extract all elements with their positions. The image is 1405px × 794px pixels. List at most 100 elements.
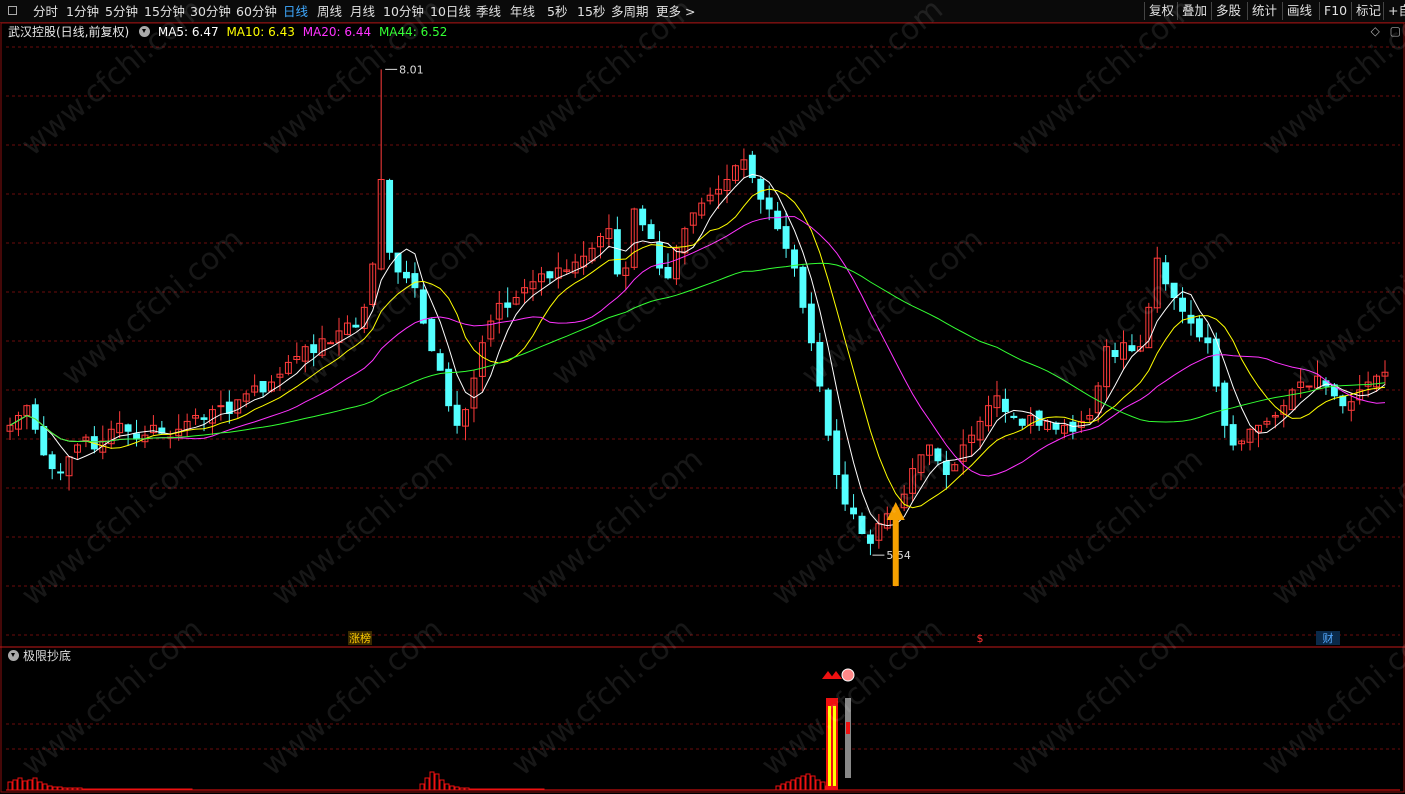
candle-body: [327, 342, 335, 345]
multi-stock-button[interactable]: 多股: [1211, 2, 1241, 20]
tab-monthly[interactable]: 月线: [350, 3, 375, 20]
candle-body: [942, 460, 950, 475]
restore-rights-button[interactable]: 复权: [1144, 2, 1174, 20]
candle-body: [613, 229, 621, 275]
tab-10day[interactable]: 10日线: [430, 3, 471, 20]
indicator-bar: [32, 777, 38, 791]
tab-5sec[interactable]: 5秒: [547, 3, 567, 20]
candle-body: [1229, 424, 1237, 446]
event-tag: 财: [1323, 631, 1334, 645]
indicator-bar: [429, 771, 435, 791]
signal-rocket: [845, 698, 851, 778]
tab-daily[interactable]: 日线: [283, 3, 308, 20]
candle-body: [841, 474, 849, 505]
candle-body: [1305, 385, 1313, 388]
candle-body: [639, 208, 647, 226]
ma20-line: [9, 216, 1386, 477]
event-tag: 涨榜: [349, 631, 371, 645]
tab-60min[interactable]: 60分钟: [236, 3, 277, 20]
tab-1min[interactable]: 1分钟: [66, 3, 99, 20]
mark-button[interactable]: 标记: [1351, 2, 1381, 20]
tab-quarterly[interactable]: 季线: [476, 3, 501, 20]
candle-body: [259, 381, 267, 393]
candle-body: [866, 534, 874, 544]
indicator-bar: [419, 783, 425, 791]
tab-5min[interactable]: 5分钟: [105, 3, 138, 20]
candle-body: [40, 426, 48, 456]
candle-body: [31, 404, 39, 430]
tab-15min[interactable]: 15分钟: [144, 3, 185, 20]
candle-body: [858, 515, 866, 534]
ma5-line: [9, 173, 1386, 527]
candle-body: [419, 289, 427, 324]
custom-button[interactable]: +自: [1383, 2, 1405, 20]
candle-body: [1111, 350, 1119, 358]
tab-30min[interactable]: 30分钟: [190, 3, 231, 20]
indicator-bar: [424, 777, 430, 791]
indicator-bar: [820, 781, 826, 791]
candle-body: [824, 389, 832, 436]
candle-body: [1187, 314, 1195, 324]
candle-body: [310, 344, 318, 354]
tab-10min[interactable]: 10分钟: [383, 3, 424, 20]
indicator-bar: [790, 779, 796, 791]
draw-line-button[interactable]: 画线: [1282, 2, 1312, 20]
indicator-bar: [805, 773, 811, 791]
candle-body: [411, 273, 419, 289]
candle-body: [1221, 382, 1229, 426]
indicator-bar: [444, 783, 450, 791]
candle-body: [765, 197, 773, 210]
candle-body: [833, 430, 841, 476]
candle-body: [1018, 418, 1026, 426]
candle-body: [546, 271, 554, 279]
candle-body: [428, 318, 436, 352]
tab-multi-period[interactable]: 多周期: [611, 3, 649, 20]
kline-chart[interactable]: 8.015.54涨榜$财: [0, 22, 1405, 794]
statistics-button[interactable]: 统计: [1247, 2, 1277, 20]
candle-body: [1001, 398, 1009, 413]
chart-frame: [0, 22, 1405, 793]
f10-button[interactable]: F10: [1319, 2, 1347, 20]
tab-weekly[interactable]: 周线: [317, 3, 342, 20]
candle-body: [504, 302, 512, 308]
ma10-line: [9, 188, 1386, 509]
candle-body: [1179, 297, 1186, 312]
tab-yearly[interactable]: 年线: [510, 3, 535, 20]
more-menu[interactable]: 更多 >: [656, 3, 695, 20]
candle-body: [124, 424, 132, 432]
ma44-line: [9, 262, 1386, 443]
overlay-button[interactable]: 叠加: [1177, 2, 1207, 20]
signal-wifi: [841, 668, 855, 682]
candle-body: [1195, 318, 1203, 338]
tab-fenshi[interactable]: 分时: [33, 3, 58, 20]
buy-arrow-shaft: [892, 516, 899, 586]
candle-body: [850, 507, 858, 515]
candle-body: [57, 471, 65, 474]
indicator-bar: [815, 779, 821, 791]
candle-body: [217, 405, 225, 408]
candle-body: [1035, 410, 1043, 426]
candle-body: [934, 448, 942, 462]
indicator-menu-icon[interactable]: [8, 650, 19, 661]
signal-rocket-band: [846, 722, 850, 734]
high-label: 8.01: [399, 63, 424, 76]
candle-body: [394, 252, 402, 273]
indicator-title: 极限抄底: [8, 648, 71, 664]
indicator-bar: [785, 781, 791, 791]
candle-body: [386, 179, 394, 253]
indicator-bar: [775, 785, 781, 791]
candle-body: [757, 178, 765, 200]
indicator-bar: [42, 783, 48, 791]
candle-body: [1339, 395, 1347, 407]
candle-body: [774, 210, 782, 230]
indicator-bar: [449, 785, 455, 791]
candle-body: [647, 224, 655, 239]
candle-body: [436, 353, 444, 371]
candle-body: [352, 324, 360, 328]
signal-triangle: [830, 671, 842, 679]
panel-toggle-icon[interactable]: [8, 6, 17, 15]
period-toolbar: 分时 1分钟 5分钟 15分钟 30分钟 60分钟 日线 周线 月线 10分钟 …: [0, 0, 1405, 23]
signal-stripe-yellow: [828, 706, 831, 786]
tab-15sec[interactable]: 15秒: [577, 3, 605, 20]
candle-body: [453, 404, 461, 426]
